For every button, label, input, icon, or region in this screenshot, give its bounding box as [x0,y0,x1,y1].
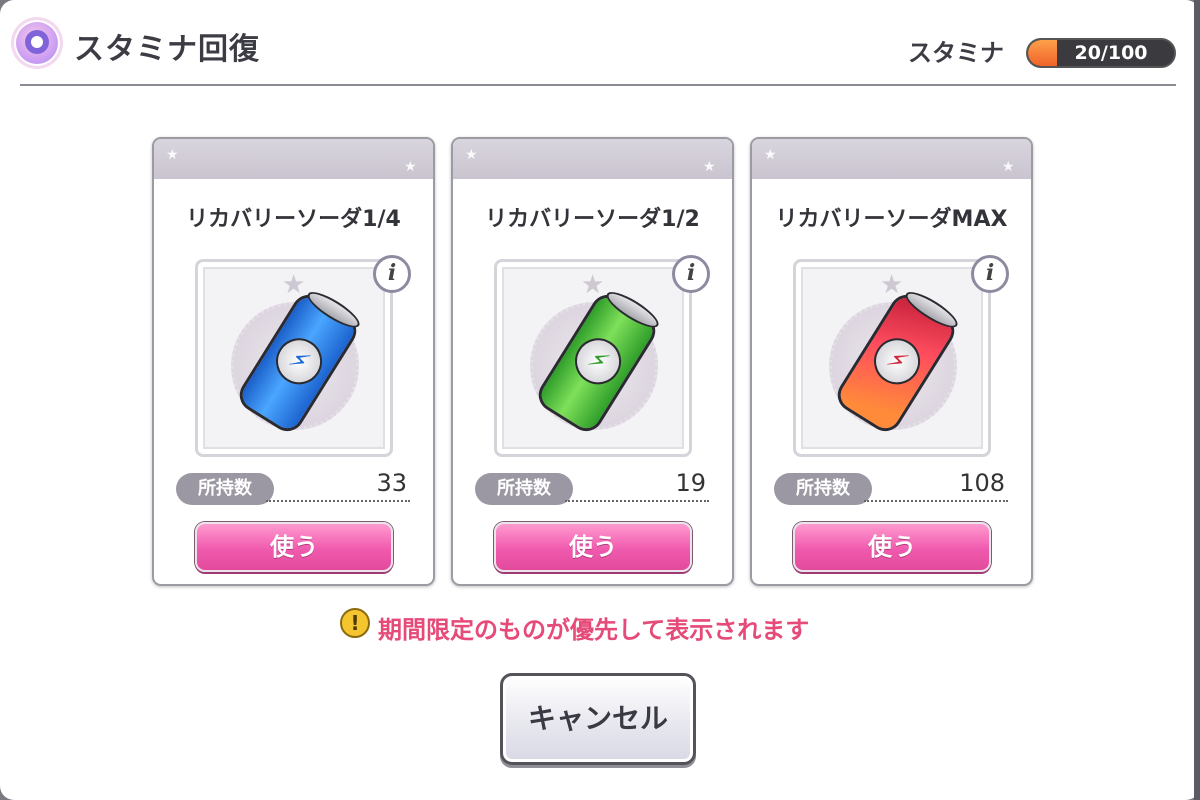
item-card-soda-half: ★ ★ リカバリーソーダ1/2 ★ ⚡ i 所持数 19 使う [451,137,734,586]
item-info-button[interactable]: i [971,255,1009,293]
held-count-label: 所持数 [475,473,573,505]
use-button-soda-max[interactable]: 使う [793,522,991,572]
item-name: リカバリーソーダ1/4 [186,207,401,232]
use-button-soda-half[interactable]: 使う [494,522,692,572]
title-icon-emblem [25,30,49,54]
decorative-star-icon: ★ [703,159,716,175]
frame-star-icon: ★ [581,270,605,300]
held-count-value: 19 [675,469,706,497]
stamina-recovery-dialog: スタミナ回復 スタミナ 20/100 ★ ★ リカバリーソーダ1/4 ★ ⚡ i… [0,0,1200,800]
decorative-star-icon: ★ [1002,159,1015,175]
lightning-bolt-icon: ⚡ [267,329,331,393]
cancel-button[interactable]: キャンセル [500,673,696,765]
held-count-underline [266,500,410,502]
item-image-frame: ★ ⚡ [195,259,393,457]
stamina-title-icon [14,20,60,66]
use-button-soda-quarter[interactable]: 使う [195,522,393,572]
held-count-underline [864,500,1008,502]
decorative-star-icon: ★ [465,147,478,163]
lightning-bolt-icon: ⚡ [566,329,630,393]
background-edge [1194,0,1200,800]
card-header-band: ★ ★ [453,139,732,179]
held-count-underline [565,500,709,502]
card-header-band: ★ ★ [154,139,433,179]
header-divider [20,84,1176,86]
item-name: リカバリーソーダMAX [775,207,1008,232]
lightning-bolt-icon: ⚡ [865,329,929,393]
warning-icon: ! [340,608,370,638]
item-info-button[interactable]: i [373,255,411,293]
stamina-value: 20/100 [1074,42,1148,64]
item-image-frame: ★ ⚡ [793,259,991,457]
held-count-label: 所持数 [774,473,872,505]
priority-notice: ! 期間限定のものが優先して表示されます [340,606,880,644]
held-count-value: 108 [959,469,1005,497]
decorative-star-icon: ★ [166,147,179,163]
stamina-gauge: 20/100 [1026,38,1176,68]
item-card-soda-quarter: ★ ★ リカバリーソーダ1/4 ★ ⚡ i 所持数 33 使う [152,137,435,586]
dialog-header: スタミナ回復 スタミナ 20/100 [0,0,1194,86]
item-image-frame: ★ ⚡ [494,259,692,457]
item-info-button[interactable]: i [672,255,710,293]
item-card-soda-max: ★ ★ リカバリーソーダMAX ★ ⚡ i 所持数 108 使う [750,137,1033,586]
stamina-label: スタミナ [908,39,1004,67]
card-header-band: ★ ★ [752,139,1031,179]
held-count-label: 所持数 [176,473,274,505]
dialog-title: スタミナ回復 [74,32,260,67]
decorative-star-icon: ★ [404,159,417,175]
held-count-value: 33 [376,469,407,497]
decorative-star-icon: ★ [764,147,777,163]
notice-text: 期間限定のものが優先して表示されます [378,616,810,644]
frame-star-icon: ★ [282,270,306,300]
frame-star-icon: ★ [880,270,904,300]
item-name: リカバリーソーダ1/2 [485,207,700,232]
